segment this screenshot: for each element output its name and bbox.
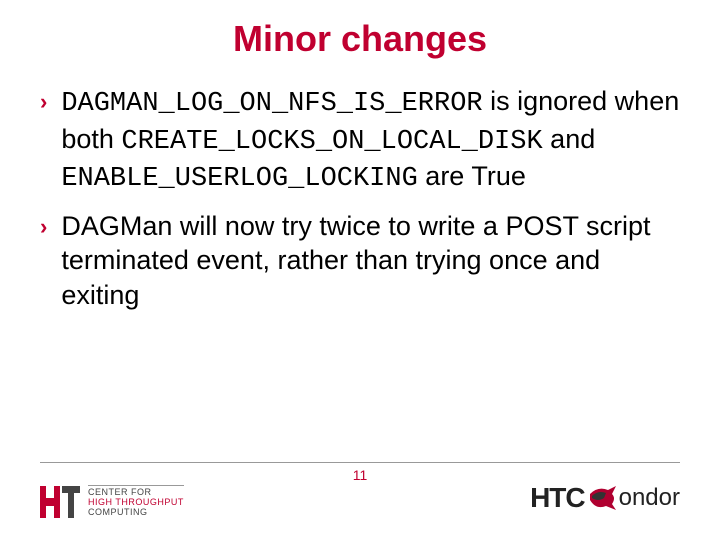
content-area: › DAGMAN_LOG_ON_NFS_IS_ERROR is ignored … (0, 60, 720, 312)
footer-divider (40, 462, 680, 463)
code-span: CREATE_LOCKS_ON_LOCAL_DISK (121, 127, 542, 157)
slide: Minor changes › DAGMAN_LOG_ON_NFS_IS_ERR… (0, 0, 720, 540)
logo-htcondor: HTC ondor (530, 482, 680, 514)
slide-title: Minor changes (0, 0, 720, 60)
footer: 11 CENTER FOR HIGH THROUGHPUT COMPUTING … (0, 462, 720, 522)
page-number: 11 (0, 467, 720, 483)
chtc-text: CENTER FOR HIGH THROUGHPUT COMPUTING (88, 485, 184, 518)
bullet-2-text: DAGMan will now try twice to write a POS… (61, 209, 680, 313)
htcondor-ht: HTC (530, 482, 585, 514)
htcondor-ondor: ondor (619, 484, 680, 512)
chevron-icon: › (40, 213, 47, 241)
bullet-1-text: DAGMAN_LOG_ON_NFS_IS_ERROR is ignored wh… (61, 84, 680, 197)
bullet-2: › DAGMan will now try twice to write a P… (40, 209, 680, 313)
code-span: ENABLE_USERLOG_LOCKING (61, 164, 417, 194)
chtc-mark-icon (40, 486, 80, 518)
htcondor-bird-icon (588, 484, 618, 512)
logo-chtc: CENTER FOR HIGH THROUGHPUT COMPUTING (40, 485, 184, 518)
code-span: DAGMAN_LOG_ON_NFS_IS_ERROR (61, 89, 482, 119)
bullet-1: › DAGMAN_LOG_ON_NFS_IS_ERROR is ignored … (40, 84, 680, 197)
chevron-icon: › (40, 88, 47, 116)
